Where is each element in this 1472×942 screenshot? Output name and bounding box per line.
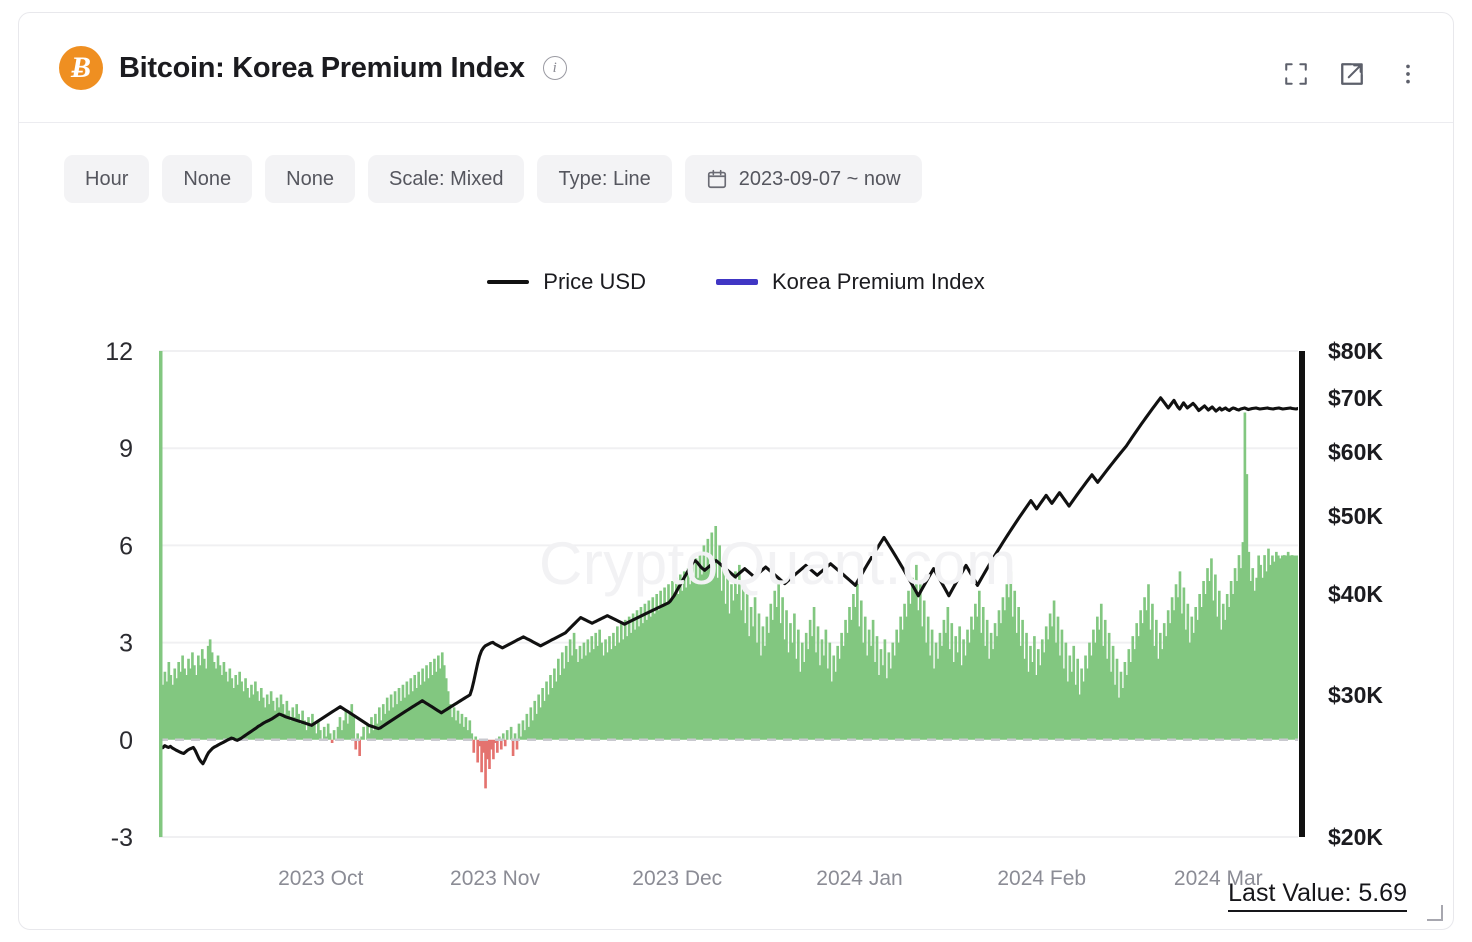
legend-swatch-price-usd bbox=[487, 280, 529, 284]
legend-item-korea-premium-index[interactable]: Korea Premium Index bbox=[716, 269, 985, 295]
y-axis-right-tick: $40K bbox=[1328, 581, 1383, 607]
date-range-chip-label: 2023-09-07 ~ now bbox=[739, 168, 901, 191]
calendar-icon bbox=[706, 168, 728, 190]
y-axis-left-tick: 12 bbox=[105, 338, 133, 366]
resize-handle[interactable] bbox=[1427, 905, 1443, 921]
date-range-chip[interactable]: 2023-09-07 ~ now bbox=[685, 155, 922, 203]
y-axis-left-tick: 9 bbox=[119, 435, 133, 463]
legend-label-korea-premium-index: Korea Premium Index bbox=[772, 269, 985, 295]
x-axis-tick: 2023 Nov bbox=[450, 867, 540, 890]
chart-toolbar: Hour None None Scale: Mixed Type: Line 2… bbox=[64, 155, 922, 203]
bitcoin-logo-glyph: Ƀ bbox=[71, 53, 91, 83]
title-group: Ƀ Bitcoin: Korea Premium Index i bbox=[59, 46, 567, 90]
y-axis-right-tick: $70K bbox=[1328, 385, 1383, 411]
last-value-label: Last Value: 5.69 bbox=[1228, 879, 1407, 912]
type-chip[interactable]: Type: Line bbox=[537, 155, 671, 203]
page-title: Bitcoin: Korea Premium Index bbox=[119, 52, 525, 85]
x-axis-tick: 2023 Dec bbox=[632, 867, 722, 890]
y-axis-right-tick: $30K bbox=[1328, 682, 1383, 708]
y-axis-left-tick: 6 bbox=[119, 532, 133, 560]
y-axis-left-tick: -3 bbox=[111, 824, 133, 852]
interval-chip-label: Hour bbox=[85, 168, 128, 191]
chart-plot-area[interactable]: 12 9 6 3 0 -3 $80K $70K $60K $50K $40K $30K $20K 2023… bbox=[19, 318, 1454, 918]
chart-svg: 12 9 6 3 0 -3 $80K $70K $60K $50K $40K $30K $20K 2023… bbox=[19, 318, 1454, 918]
card-header: Ƀ Bitcoin: Korea Premium Index i bbox=[19, 13, 1453, 123]
scale-chip[interactable]: Scale: Mixed bbox=[368, 155, 525, 203]
type-chip-label: Type: Line bbox=[558, 168, 650, 191]
y-axis-right-tick: $60K bbox=[1328, 439, 1383, 465]
legend-swatch-korea-premium-index bbox=[716, 279, 758, 285]
y-axis-left-tick: 0 bbox=[119, 727, 133, 755]
legend-label-price-usd: Price USD bbox=[543, 269, 646, 295]
exchange-chip-label: None bbox=[183, 168, 231, 191]
series-korea-premium-index-positive bbox=[159, 413, 1298, 740]
y-axis-right-tick: $20K bbox=[1328, 824, 1383, 850]
info-icon[interactable]: i bbox=[543, 56, 567, 80]
chart-legend: Price USD Korea Premium Index bbox=[19, 269, 1453, 295]
interval-chip[interactable]: Hour bbox=[64, 155, 149, 203]
scale-chip-label: Scale: Mixed bbox=[389, 168, 504, 191]
y-axis-left-tick: 3 bbox=[119, 630, 133, 658]
ma-chip-label: None bbox=[286, 168, 334, 191]
exchange-chip[interactable]: None bbox=[162, 155, 252, 203]
x-axis-tick: 2024 Feb bbox=[997, 867, 1086, 890]
y-axis-right-tick: $50K bbox=[1328, 503, 1383, 529]
fullscreen-icon[interactable] bbox=[1283, 61, 1309, 87]
x-axis-tick: 2024 Jan bbox=[816, 867, 902, 890]
chart-card: Ƀ Bitcoin: Korea Premium Index i bbox=[18, 12, 1454, 930]
ma-chip[interactable]: None bbox=[265, 155, 355, 203]
legend-item-price-usd[interactable]: Price USD bbox=[487, 269, 646, 295]
header-actions bbox=[1283, 61, 1421, 87]
more-options-icon[interactable] bbox=[1395, 61, 1421, 87]
series-korea-premium-index-negative bbox=[332, 740, 517, 789]
info-icon-glyph: i bbox=[553, 60, 557, 77]
bitcoin-logo-icon: Ƀ bbox=[59, 46, 103, 90]
open-external-icon[interactable] bbox=[1339, 61, 1365, 87]
x-axis-tick: 2023 Oct bbox=[278, 867, 363, 890]
y-axis-right-tick: $80K bbox=[1328, 338, 1383, 364]
